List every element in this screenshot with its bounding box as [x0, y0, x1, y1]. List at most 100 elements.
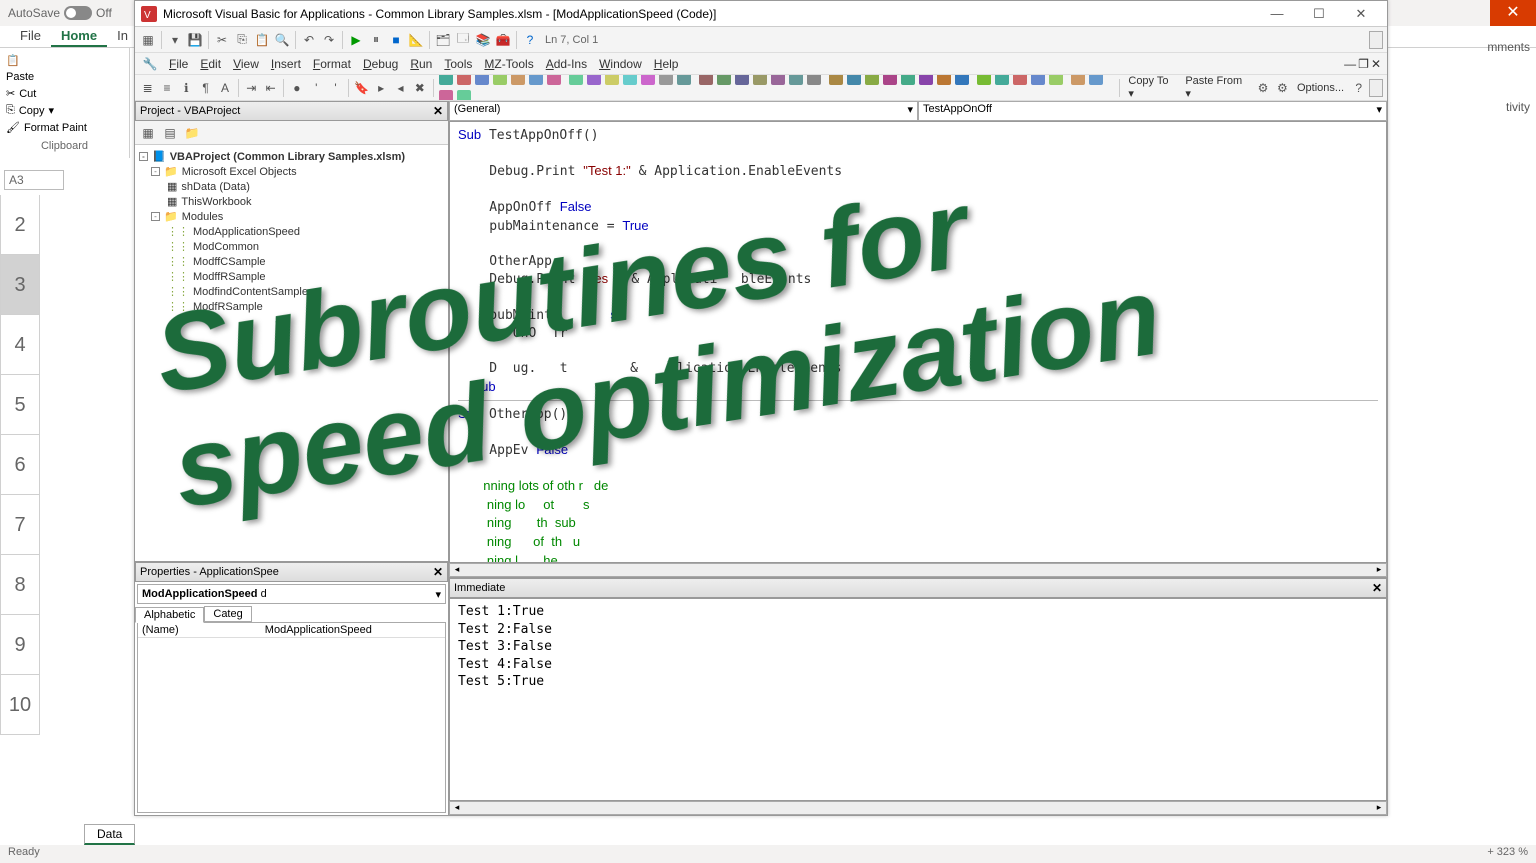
save-icon[interactable]: 💾: [186, 31, 204, 49]
undo-icon[interactable]: ↶: [300, 31, 318, 49]
sensitivity-button[interactable]: tivity: [1506, 100, 1530, 114]
tree-module[interactable]: ⋮⋮ ModffCSample: [139, 254, 444, 269]
quick-info-icon[interactable]: ℹ: [178, 79, 195, 97]
find-icon[interactable]: 🔍: [273, 31, 291, 49]
zoom-level[interactable]: + 323 %: [1487, 846, 1528, 862]
object-combo[interactable]: (General)▾: [449, 101, 918, 121]
minimize-button[interactable]: —: [1257, 4, 1297, 24]
menu-insert[interactable]: Insert: [265, 55, 307, 73]
tree-sheet[interactable]: ▦ shData (Data): [139, 179, 444, 194]
mz-tool-icon[interactable]: [1011, 75, 1029, 87]
menu-debug[interactable]: Debug: [357, 55, 404, 73]
mz-tool-icon[interactable]: [657, 75, 675, 87]
view-code-icon[interactable]: ▦: [139, 124, 157, 142]
indent-icon[interactable]: ⇥: [243, 79, 260, 97]
menu-file[interactable]: File: [163, 55, 194, 73]
tree-module[interactable]: ⋮⋮ ModCommon: [139, 239, 444, 254]
mz-opt2-icon[interactable]: ⚙: [1274, 79, 1291, 97]
properties-title[interactable]: Properties - ApplicationSpee ✕: [135, 562, 448, 582]
close-button[interactable]: ✕: [1341, 4, 1381, 24]
mz-tool-icon[interactable]: [733, 75, 751, 87]
prev-bookmark-icon[interactable]: ◂: [392, 79, 409, 97]
mz-tool-icon[interactable]: [585, 75, 603, 87]
tab-categorized[interactable]: Categ: [204, 606, 251, 622]
menu-addins[interactable]: Add-Ins: [540, 55, 593, 73]
row-header[interactable]: 4: [0, 315, 40, 375]
tree-modules-folder[interactable]: - 📁 Modules: [139, 209, 444, 224]
mz-tool-icon[interactable]: [953, 75, 971, 87]
project-panel-title[interactable]: Project - VBAProject ✕: [135, 101, 448, 121]
cut-icon[interactable]: ✂: [213, 31, 231, 49]
row-header[interactable]: 8: [0, 555, 40, 615]
vba-titlebar[interactable]: V Microsoft Visual Basic for Application…: [135, 1, 1387, 27]
menu-window[interactable]: Window: [593, 55, 648, 73]
run-icon[interactable]: ▶: [347, 31, 365, 49]
row-header[interactable]: 2: [0, 195, 40, 255]
excel-close-button[interactable]: ✕: [1490, 0, 1536, 26]
list-properties-icon[interactable]: ≣: [139, 79, 156, 97]
help-icon[interactable]: ?: [521, 31, 539, 49]
mz-tool-icon[interactable]: [473, 75, 491, 87]
project-explorer-icon[interactable]: 🗂: [434, 31, 452, 49]
mz-tool-icon[interactable]: [437, 88, 455, 102]
view-object-icon[interactable]: ▤: [161, 124, 179, 142]
row-header[interactable]: 3: [0, 255, 40, 315]
mz-tool-icon[interactable]: [621, 75, 639, 87]
tree-module[interactable]: ⋮⋮ ModffRSample: [139, 269, 444, 284]
ribbon-tab-home[interactable]: Home: [51, 26, 107, 47]
properties-object-combo[interactable]: ModApplicationSpeed d ▾: [137, 584, 446, 604]
expand-icon[interactable]: -: [151, 167, 160, 176]
mdi-restore-button[interactable]: ❐: [1358, 57, 1369, 71]
cut-button[interactable]: ✂ Cut: [4, 85, 125, 102]
copy-to-button[interactable]: Copy To ▾: [1124, 75, 1179, 100]
outdent-icon[interactable]: ⇤: [262, 79, 279, 97]
mz-tool-icon[interactable]: [509, 75, 527, 87]
mz-tool-icon[interactable]: [935, 75, 953, 87]
paste-button[interactable]: Paste: [4, 69, 125, 85]
bookmark-icon[interactable]: 🔖: [353, 79, 370, 97]
mz-tool-icon[interactable]: [455, 88, 473, 102]
row-header[interactable]: 5: [0, 375, 40, 435]
autosave-toggle[interactable]: AutoSave Off: [8, 6, 112, 20]
object-browser-icon[interactable]: 📚: [474, 31, 492, 49]
paste-icon[interactable]: 📋: [6, 54, 20, 67]
mz-tool-icon[interactable]: [1047, 75, 1065, 87]
name-box[interactable]: [4, 170, 64, 190]
mz-tool-icon[interactable]: [697, 75, 715, 87]
parameter-info-icon[interactable]: ¶: [197, 79, 214, 97]
menu-view[interactable]: View: [227, 55, 265, 73]
menu-edit[interactable]: Edit: [194, 55, 227, 73]
uncomment-icon[interactable]: ': [327, 79, 344, 97]
tree-root[interactable]: - 📘 VBAProject (Common Library Samples.x…: [139, 149, 444, 164]
tree-module[interactable]: ⋮⋮ ModApplicationSpeed: [139, 224, 444, 239]
menu-run[interactable]: Run: [404, 55, 438, 73]
expand-icon[interactable]: -: [139, 152, 148, 161]
mdi-close-button[interactable]: ✕: [1371, 57, 1381, 71]
ribbon-tab-file[interactable]: File: [10, 26, 51, 47]
properties-icon[interactable]: 🗔: [454, 31, 472, 49]
mz-tool-icon[interactable]: [455, 75, 473, 87]
row-header[interactable]: 7: [0, 495, 40, 555]
toolbar2-overflow-icon[interactable]: [1369, 79, 1383, 97]
mz-tool-icon[interactable]: [845, 75, 863, 87]
copy-icon[interactable]: ⎘: [233, 31, 251, 49]
row-header[interactable]: 6: [0, 435, 40, 495]
properties-grid[interactable]: (Name) ModApplicationSpeed: [137, 622, 446, 813]
mz-tool-icon[interactable]: [437, 75, 455, 87]
mz-tools-icon[interactable]: 🔧: [141, 55, 159, 73]
row-header[interactable]: 10: [0, 675, 40, 735]
folder-toggle-icon[interactable]: 📁: [183, 124, 201, 142]
immediate-title[interactable]: Immediate ✕: [449, 578, 1387, 598]
paste-from-button[interactable]: Paste From ▾: [1181, 75, 1252, 100]
mz-tool-icon[interactable]: [639, 75, 657, 87]
insert-icon[interactable]: ▾: [166, 31, 184, 49]
mz-opt1-icon[interactable]: ⚙: [1254, 79, 1271, 97]
mz-tool-icon[interactable]: [863, 75, 881, 87]
mz-tool-icon[interactable]: [675, 75, 693, 87]
design-mode-icon[interactable]: 📐: [407, 31, 425, 49]
tree-module[interactable]: ⋮⋮ ModfRSample: [139, 299, 444, 314]
mz-tool-icon[interactable]: [567, 75, 585, 87]
list-constants-icon[interactable]: ≡: [158, 79, 175, 97]
mz-tool-icon[interactable]: [805, 75, 823, 87]
immediate-close-icon[interactable]: ✕: [1372, 581, 1382, 595]
